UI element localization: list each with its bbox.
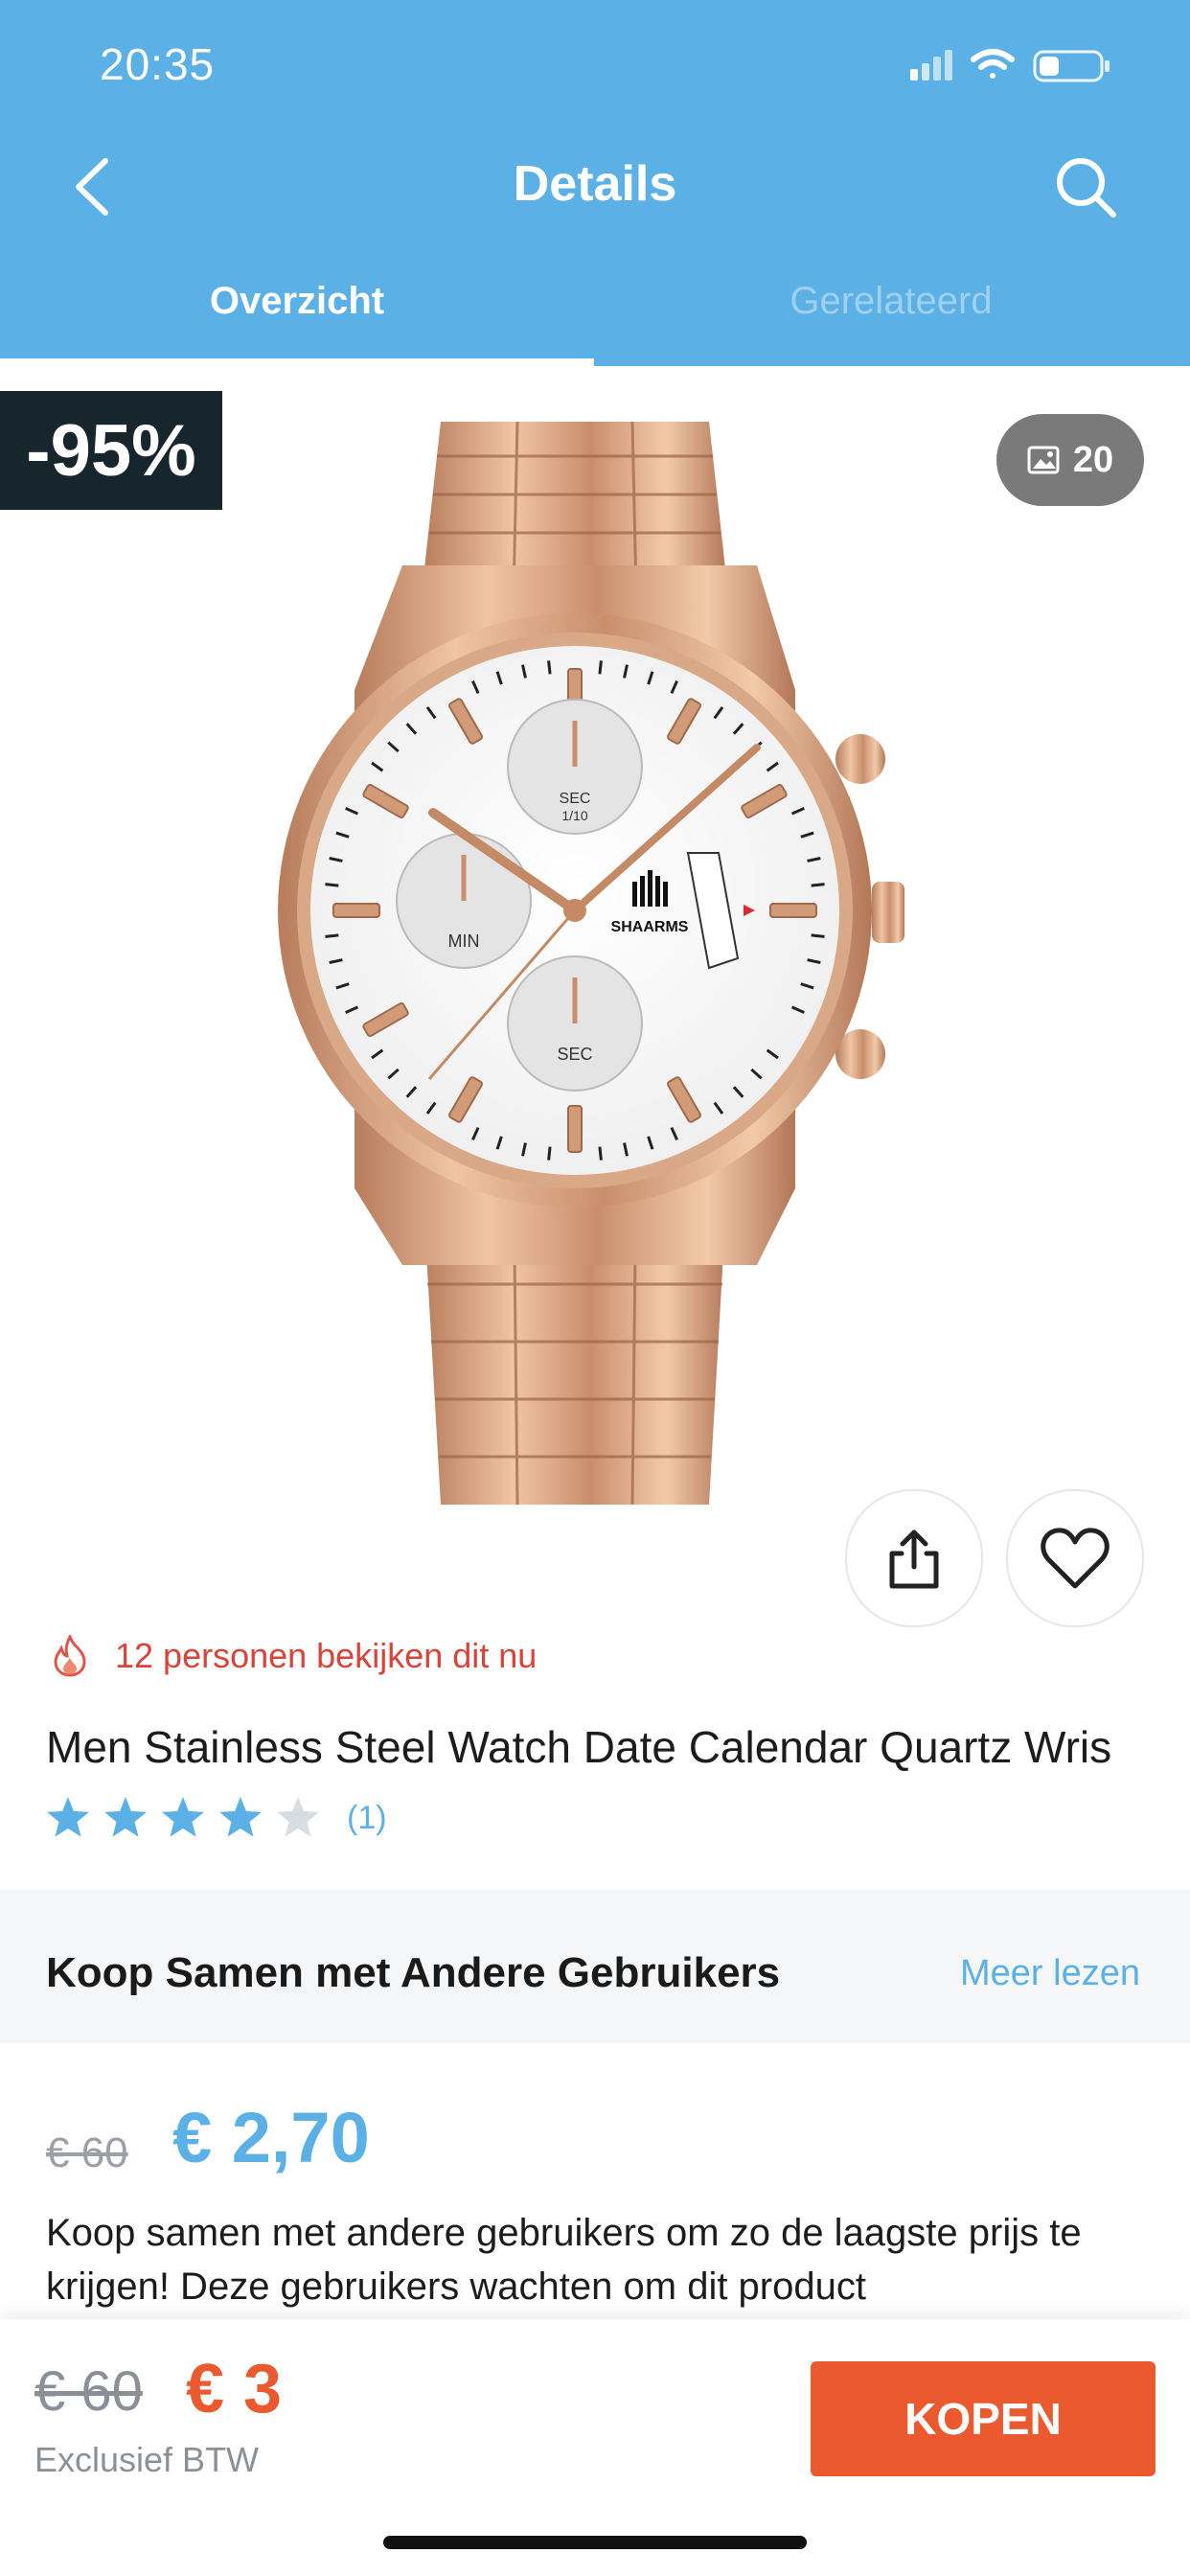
rating-count[interactable]: (1) [347, 1800, 387, 1837]
old-price: € 60 [34, 2360, 143, 2423]
star-empty-icon [277, 1797, 319, 1837]
star-filled-icon [219, 1797, 262, 1837]
image-count-button[interactable]: 20 [996, 414, 1144, 506]
home-indicator [383, 2536, 807, 2549]
share-button[interactable] [845, 1489, 983, 1627]
status-icons [910, 46, 1131, 84]
active-tab-indicator [0, 358, 594, 366]
group-new-price: € 2,70 [172, 2098, 370, 2177]
buy-button[interactable]: KOPEN [811, 2361, 1156, 2476]
viewers-text: 12 personen bekijken dit nu [115, 1636, 538, 1675]
favorite-button[interactable] [1006, 1489, 1144, 1627]
share-icon [889, 1530, 939, 1589]
battery-icon [1033, 50, 1110, 82]
star-filled-icon [162, 1797, 204, 1837]
subdial-label: 1/10 [561, 808, 587, 823]
image-count: 20 [1072, 439, 1114, 480]
heart-icon [1041, 1528, 1110, 1589]
subdial-label: MIN [448, 932, 480, 951]
section-title: Koop Samen met Andere Gebruikers [46, 1949, 781, 1996]
image-icon [1027, 446, 1060, 474]
search-button[interactable] [1052, 153, 1119, 220]
rating-stars-icon [47, 1797, 319, 1837]
product-title: Men Stainless Steel Watch Date Calendar … [46, 1722, 1112, 1772]
fire-icon [54, 1635, 86, 1677]
tab-gerelateerd[interactable]: Gerelateerd [594, 280, 1188, 323]
wifi-icon [971, 49, 1015, 79]
vat-note: Exclusief BTW [34, 2440, 260, 2479]
current-price: € 3 [186, 2351, 283, 2427]
product-rating[interactable]: (1) [46, 1796, 387, 1840]
tab-overzicht[interactable]: Overzicht [0, 280, 594, 323]
group-description: Koop samen met andere gebruikers om zo d… [46, 2212, 1082, 2308]
viewers-notice: 12 personen bekijken dit nu [52, 1635, 537, 1677]
group-old-price: € 60 [46, 2129, 128, 2176]
subdial-label: SEC [560, 791, 591, 807]
star-filled-icon [47, 1797, 89, 1837]
product-image[interactable]: SEC 1/10 MIN SEC SHAARMS [259, 402, 929, 1514]
status-time: 20:35 [100, 39, 216, 89]
star-filled-icon [104, 1797, 147, 1837]
cellular-signal-icon [910, 50, 952, 80]
search-icon [1057, 158, 1116, 218]
page-title: Details [513, 156, 677, 212]
watch-brand: SHAARMS [611, 919, 689, 935]
read-more-link[interactable]: Meer lezen [960, 1953, 1140, 1994]
subdial-label: SEC [557, 1045, 592, 1064]
discount-badge: -95% [0, 391, 222, 510]
